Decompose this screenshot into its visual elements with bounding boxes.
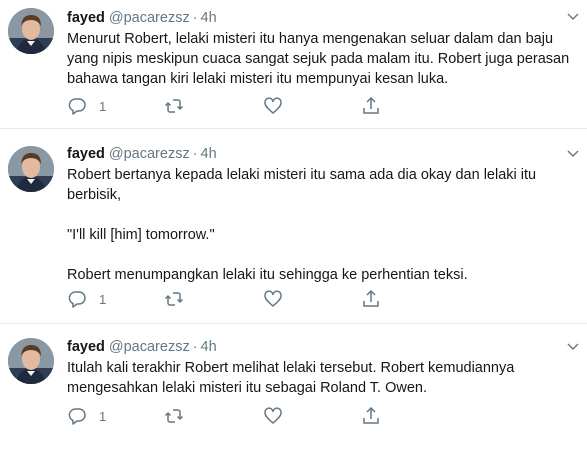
chevron-down-icon[interactable] bbox=[567, 342, 579, 352]
avatar[interactable] bbox=[8, 146, 54, 192]
tweet-paragraph: Itulah kali terakhir Robert melihat lela… bbox=[67, 360, 515, 396]
share-button[interactable] bbox=[361, 289, 381, 309]
like-button[interactable] bbox=[263, 406, 283, 426]
tweet-paragraph: Robert menumpangkan lelaki itu sehingga … bbox=[67, 267, 468, 283]
tweet[interactable]: fayed @pacarezsz · 4h Menurut Robert, lelak… bbox=[0, 0, 587, 129]
tweet[interactable]: fayed @pacarezsz · 4h Robert bertanya kepad… bbox=[0, 129, 587, 324]
reply-count: 1 bbox=[99, 98, 107, 114]
tweet-paragraph: Menurut Robert, lelaki misteri itu hanya… bbox=[67, 31, 570, 87]
retweet-icon bbox=[164, 409, 184, 423]
display-name[interactable]: fayed bbox=[67, 339, 105, 355]
tweet[interactable]: fayed @pacarezsz · 4h Itulah kali terakhir … bbox=[0, 324, 587, 450]
separator: · bbox=[192, 339, 198, 355]
heart-icon bbox=[264, 407, 282, 424]
separator: · bbox=[192, 10, 198, 26]
retweet-button[interactable] bbox=[164, 406, 184, 426]
tweet-text: Robert bertanya kepada lelaki misteri it… bbox=[67, 165, 577, 285]
avatar[interactable] bbox=[8, 338, 54, 384]
reply-icon bbox=[68, 408, 86, 425]
timestamp[interactable]: 4h bbox=[201, 146, 217, 162]
tweet-actions: 1 bbox=[67, 289, 387, 309]
tweet-paragraph: "I'll kill [him] tomorrow." bbox=[67, 227, 215, 243]
tweet-text: Itulah kali terakhir Robert melihat lela… bbox=[67, 358, 577, 398]
tweet-header: fayed @pacarezsz · 4h bbox=[67, 338, 217, 356]
separator: · bbox=[192, 146, 198, 162]
username[interactable]: @pacarezsz bbox=[109, 10, 190, 26]
share-icon bbox=[363, 96, 379, 114]
display-name[interactable]: fayed bbox=[67, 10, 105, 26]
retweet-icon bbox=[164, 99, 184, 113]
chevron-down-icon[interactable] bbox=[567, 12, 579, 22]
heart-icon bbox=[264, 290, 282, 307]
tweet-text: Menurut Robert, lelaki misteri itu hanya… bbox=[67, 29, 577, 89]
tweet-actions: 1 bbox=[67, 96, 387, 116]
share-icon bbox=[363, 289, 379, 307]
display-name[interactable]: fayed bbox=[67, 146, 105, 162]
retweet-button[interactable] bbox=[164, 96, 184, 116]
chevron-down-icon[interactable] bbox=[567, 149, 579, 159]
tweet-paragraph: Robert bertanya kepada lelaki misteri it… bbox=[67, 167, 537, 203]
reply-icon bbox=[68, 98, 86, 115]
reply-count: 1 bbox=[99, 408, 107, 424]
retweet-button[interactable] bbox=[164, 289, 184, 309]
username[interactable]: @pacarezsz bbox=[109, 339, 190, 355]
reply-button[interactable]: 1 bbox=[67, 96, 106, 116]
retweet-icon bbox=[164, 292, 184, 306]
reply-button[interactable]: 1 bbox=[67, 289, 106, 309]
heart-icon bbox=[264, 97, 282, 114]
share-button[interactable] bbox=[361, 406, 381, 426]
timestamp[interactable]: 4h bbox=[201, 10, 217, 26]
reply-button[interactable]: 1 bbox=[67, 406, 106, 426]
reply-icon bbox=[68, 291, 86, 308]
reply-count: 1 bbox=[99, 291, 107, 307]
tweet-actions: 1 bbox=[67, 406, 387, 426]
username[interactable]: @pacarezsz bbox=[109, 146, 190, 162]
share-icon bbox=[363, 406, 379, 424]
tweet-header: fayed @pacarezsz · 4h bbox=[67, 145, 217, 163]
like-button[interactable] bbox=[263, 96, 283, 116]
share-button[interactable] bbox=[361, 96, 381, 116]
tweet-header: fayed @pacarezsz · 4h bbox=[67, 9, 217, 27]
like-button[interactable] bbox=[263, 289, 283, 309]
timestamp[interactable]: 4h bbox=[201, 339, 217, 355]
avatar[interactable] bbox=[8, 8, 54, 54]
